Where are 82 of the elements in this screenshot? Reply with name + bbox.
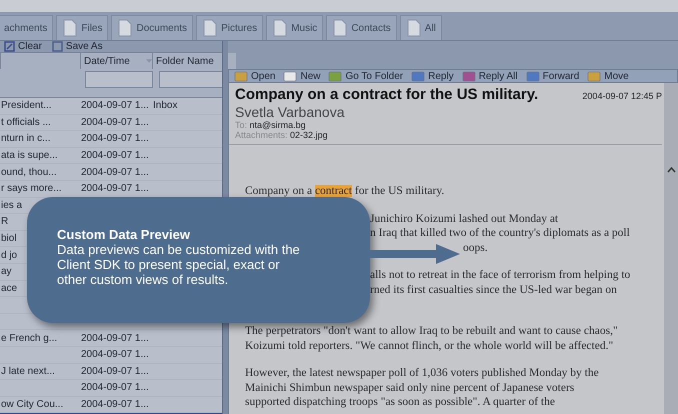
- body-text: Mainichi Shimbun newspaper said only nine percent of Japanese voters: [245, 382, 576, 396]
- toolbar-icon: [283, 70, 298, 82]
- tab[interactable]: Documents: [111, 15, 194, 40]
- toolbar-icon: [52, 41, 63, 52]
- table-cell: ace: [1, 282, 18, 294]
- table-cell: 2004-09-07 1...: [81, 150, 149, 162]
- document-icon: [272, 19, 288, 37]
- tab[interactable]: Pictures: [196, 15, 264, 40]
- document-icon: [406, 19, 422, 37]
- body-text: Company on a contract for the US military.: [245, 185, 446, 199]
- body-text: Junichiro Koizumi lashed out Monday at: [370, 212, 560, 226]
- table-cell: nturn in c...: [1, 133, 50, 144]
- table-cell: biol: [1, 233, 17, 244]
- toolbar-button[interactable]: Reply All: [460, 70, 520, 82]
- toolbar-button[interactable]: Move: [585, 70, 631, 82]
- attachment-name: 02-32.jpg: [290, 130, 328, 140]
- toolbar-button[interactable]: Clear: [2, 41, 44, 52]
- table-cell: ay: [1, 266, 12, 278]
- scroll-up-icon: [666, 167, 676, 173]
- table-cell: 2004-09-07 1...: [81, 166, 149, 178]
- message-subject: Company on a contract for the US military.: [235, 86, 538, 103]
- body-text: supported dispatching troops "as soon as possible". A quarter of the: [245, 396, 556, 410]
- table-cell: J late next...: [1, 366, 55, 377]
- sender-name: Svetla Varbanova: [235, 104, 346, 120]
- tab[interactable]: achments: [0, 15, 54, 40]
- table-cell: President...: [1, 100, 52, 112]
- table-cell: 2004-09-07 1...: [81, 116, 149, 128]
- tab[interactable]: All: [400, 15, 442, 40]
- toolbar-icon: [411, 70, 426, 82]
- toolbar-icon: [462, 70, 476, 82]
- table-cell: d jo: [1, 250, 18, 261]
- body-text: The perpetrators "don't want to allow Iraq to be rebuilt and want to cause chaos,": [245, 325, 619, 339]
- table-cell: 2004-09-07 1...: [81, 366, 149, 377]
- table-cell: 2004-09-07 1...: [81, 183, 149, 194]
- table-cell: e French g...: [1, 332, 58, 344]
- table-cell: 2004-09-07 1...: [81, 382, 149, 394]
- body-text: oops.: [463, 242, 489, 256]
- table-cell: 2004-09-07 1...: [81, 100, 149, 112]
- field-label: Attachments:: [235, 130, 288, 140]
- table-cell: t officials ...: [1, 116, 51, 128]
- body-text: n Iraq that killed two of the country's diplomats as a poll: [370, 227, 631, 241]
- toolbar-button[interactable]: New: [281, 70, 322, 82]
- toolbar-icon: [526, 70, 540, 82]
- toolbar-icon: [234, 70, 248, 82]
- tab[interactable]: Files: [56, 15, 108, 40]
- document-icon: [332, 19, 348, 37]
- table-cell: 2004-09-07 1...: [81, 332, 149, 344]
- toolbar-button[interactable]: Save As: [50, 41, 105, 52]
- document-icon: [62, 19, 78, 37]
- filter-field[interactable]: [159, 71, 223, 88]
- toolbar-button[interactable]: Forward: [524, 70, 582, 82]
- table-cell: 2004-09-07 1...: [81, 398, 149, 410]
- callout-text: Data previews can be customized with the Client SDK to present special, exact or other custom views of results.: [57, 242, 301, 287]
- document-icon: [202, 19, 218, 37]
- recipient-address: nta@sirma.bg: [250, 120, 306, 130]
- toolbar-button[interactable]: Go To Folder: [326, 70, 406, 82]
- body-text: rned its first casualties since the US-led war began on: [370, 284, 618, 298]
- table-cell: ow City Cou...: [1, 398, 64, 410]
- toolbar-button[interactable]: Reply: [409, 70, 456, 82]
- table-cell: R: [1, 216, 8, 228]
- toolbar-icon: [587, 70, 602, 82]
- toolbar-button[interactable]: Open: [232, 70, 278, 82]
- table-cell: 2004-09-07 1...: [81, 349, 149, 360]
- body-text: alls not to retreat in the face of terrorism from helping to: [370, 269, 632, 283]
- field-label: To:: [235, 120, 248, 130]
- callout-title: Custom Data Preview: [57, 227, 191, 242]
- body-text: Koizumi told reporters. "We cannot flinch, or the whole world will be affected.": [245, 340, 614, 354]
- table-cell: ata is supe...: [1, 150, 58, 162]
- table-cell: 2004-09-07 1...: [81, 133, 149, 144]
- filter-field[interactable]: [85, 71, 153, 88]
- toolbar-icon: [328, 70, 342, 82]
- document-icon: [117, 19, 134, 37]
- body-text: However, the latest newspaper poll of 1,036 voters published Monday by the: [245, 367, 600, 381]
- tab[interactable]: Music: [266, 15, 324, 40]
- table-cell: Inbox: [153, 100, 178, 112]
- table-cell: ies a: [1, 200, 22, 211]
- scrollbar[interactable]: [664, 83, 678, 414]
- toolbar-icon: [4, 41, 15, 52]
- message-date: 2004-09-07 12:45 P: [582, 91, 662, 101]
- tab[interactable]: Contacts: [326, 15, 397, 40]
- table-cell: r says more...: [1, 183, 62, 194]
- table-cell: ound, thou...: [1, 166, 57, 178]
